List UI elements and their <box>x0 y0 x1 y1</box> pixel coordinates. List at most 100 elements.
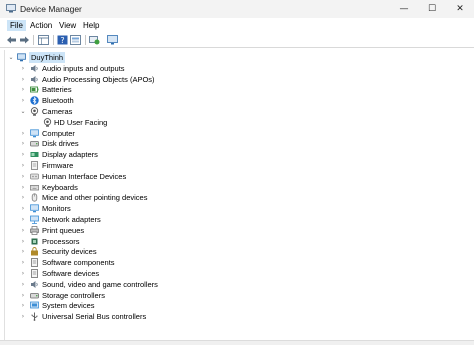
storage-controller-icon <box>30 292 39 298</box>
chevron-right-icon[interactable]: › <box>20 160 26 171</box>
tree-category-item[interactable]: › Software components <box>5 257 465 268</box>
forward-arrow-icon[interactable] <box>19 35 30 45</box>
back-arrow-icon[interactable] <box>6 35 17 45</box>
hid-icon <box>30 173 39 180</box>
battery-icon <box>30 86 39 93</box>
chevron-right-icon[interactable]: › <box>20 300 26 311</box>
tree-category-label: Software components <box>42 258 115 268</box>
tree-category-item[interactable]: › Disk drives <box>5 138 465 149</box>
chevron-right-icon[interactable]: › <box>20 192 26 203</box>
tree-category-label: Batteries <box>42 85 72 95</box>
tree-category-item[interactable]: › Computer <box>5 128 465 139</box>
tree-category-item[interactable]: › Monitors <box>5 203 465 214</box>
display-adapter-icon <box>30 152 39 158</box>
chevron-right-icon[interactable]: › <box>20 74 26 85</box>
update-driver-icon[interactable] <box>70 35 81 45</box>
tree-category-label: Disk drives <box>42 139 79 149</box>
properties-grid-icon[interactable] <box>38 35 49 45</box>
tree-category-label: Monitors <box>42 204 71 214</box>
tree-category-item[interactable]: › Print queues <box>5 225 465 236</box>
help-question-icon[interactable]: ? <box>57 35 68 45</box>
speaker-icon <box>31 280 38 288</box>
chevron-right-icon[interactable]: › <box>20 171 26 182</box>
chevron-right-icon[interactable]: › <box>20 63 26 74</box>
tree-category-label: Keyboards <box>42 182 78 192</box>
tree-category-item[interactable]: › System devices <box>5 300 465 311</box>
security-device-icon <box>31 247 38 256</box>
minimize-button[interactable]: — <box>390 0 418 18</box>
tree-category-item[interactable]: › Sound, video and game controllers <box>5 279 465 290</box>
monitor-icon <box>30 204 39 213</box>
tree-category-item[interactable]: › Display adapters <box>5 149 465 160</box>
tree-category-item[interactable]: › Audio inputs and outputs <box>5 63 465 74</box>
chevron-right-icon[interactable]: › <box>20 95 26 106</box>
chevron-right-icon[interactable]: › <box>20 214 26 225</box>
tree-category-item[interactable]: › Storage controllers <box>5 290 465 301</box>
tree-category-label: Computer <box>42 128 75 138</box>
tree-category-item[interactable]: › Bluetooth <box>5 95 465 106</box>
close-button[interactable]: ✕ <box>446 0 474 18</box>
tree-category-label: Sound, video and game controllers <box>42 279 158 289</box>
maximize-button[interactable]: ☐ <box>418 0 446 18</box>
tree-category-item[interactable]: › Mice and other pointing devices <box>5 192 465 203</box>
chevron-right-icon[interactable]: › <box>20 290 26 301</box>
tree-category-label: Universal Serial Bus controllers <box>42 312 147 322</box>
software-component-icon <box>31 258 38 268</box>
toolbar-separator <box>33 35 34 45</box>
software-device-icon <box>31 269 38 278</box>
chevron-right-icon[interactable]: › <box>20 149 26 160</box>
chevron-right-icon[interactable]: › <box>20 279 26 290</box>
chevron-down-icon[interactable]: ⌄ <box>8 52 14 63</box>
tree-category-label: Bluetooth <box>42 96 74 106</box>
system-device-icon <box>30 301 39 309</box>
menu-action[interactable]: Action <box>27 20 55 31</box>
tree-category-item[interactable]: ⌄ Cameras <box>5 106 465 117</box>
tree-category-item[interactable]: › Processors <box>5 236 465 247</box>
vertical-scrollbar[interactable] <box>470 50 474 340</box>
tree-category-label: Mice and other pointing devices <box>42 193 148 203</box>
tree-root-item[interactable]: ⌄ DuyThinh <box>5 52 465 63</box>
tree-category-label: Audio Processing Objects (APOs) <box>42 74 155 84</box>
tree-category-item[interactable]: › Security devices <box>5 246 465 257</box>
chevron-right-icon[interactable]: › <box>20 203 26 214</box>
computer-icon <box>30 128 39 137</box>
tree-category-item[interactable]: › Network adapters <box>5 214 465 225</box>
title-bar: Device Manager — ☐ ✕ <box>0 0 474 18</box>
chevron-right-icon[interactable]: › <box>20 268 26 279</box>
chevron-right-icon[interactable]: › <box>20 246 26 257</box>
monitor-display-icon[interactable] <box>107 35 118 45</box>
chevron-right-icon[interactable]: › <box>20 84 26 95</box>
tree-category-label: Human Interface Devices <box>42 171 127 181</box>
tree-category-item[interactable]: › Keyboards <box>5 182 465 193</box>
chevron-right-icon[interactable]: › <box>20 311 26 322</box>
chevron-right-icon[interactable]: › <box>20 128 26 139</box>
tree-device-item[interactable]: HD User Facing <box>5 117 465 128</box>
speaker-icon <box>31 64 38 72</box>
tree-category-label: Display adapters <box>42 150 98 160</box>
camera-icon <box>30 107 39 116</box>
tree-category-item[interactable]: › Universal Serial Bus controllers <box>5 311 465 322</box>
svg-text:?: ? <box>60 36 64 45</box>
tree-category-item[interactable]: › Audio Processing Objects (APOs) <box>5 74 465 85</box>
chevron-right-icon[interactable]: › <box>20 257 26 268</box>
menu-file[interactable]: File <box>7 20 26 31</box>
network-adapter-icon <box>30 215 39 224</box>
tree-category-label: System devices <box>42 301 95 311</box>
menu-help[interactable]: Help <box>80 20 102 31</box>
chevron-right-icon[interactable]: › <box>20 138 26 149</box>
tree-category-item[interactable]: › Human Interface Devices <box>5 171 465 182</box>
device-tree[interactable]: ⌄ DuyThinh › Audio inputs and outputs › Audio… <box>4 50 470 340</box>
scan-hardware-icon[interactable] <box>89 35 100 45</box>
mouse-icon <box>31 193 38 202</box>
tree-category-item[interactable]: › Software devices <box>5 268 465 279</box>
chevron-right-icon[interactable]: › <box>20 225 26 236</box>
menu-view[interactable]: View <box>56 20 79 31</box>
chevron-down-icon[interactable]: ⌄ <box>20 106 26 117</box>
chevron-right-icon[interactable]: › <box>20 236 26 247</box>
tree-category-label: Storage controllers <box>42 290 105 300</box>
tree-category-item[interactable]: › Firmware <box>5 160 465 171</box>
chevron-right-icon[interactable]: › <box>20 182 26 193</box>
tree-category-label: Print queues <box>42 225 85 235</box>
tree-category-item[interactable]: › Batteries <box>5 84 465 95</box>
tree-category-label: Processors <box>42 236 80 246</box>
